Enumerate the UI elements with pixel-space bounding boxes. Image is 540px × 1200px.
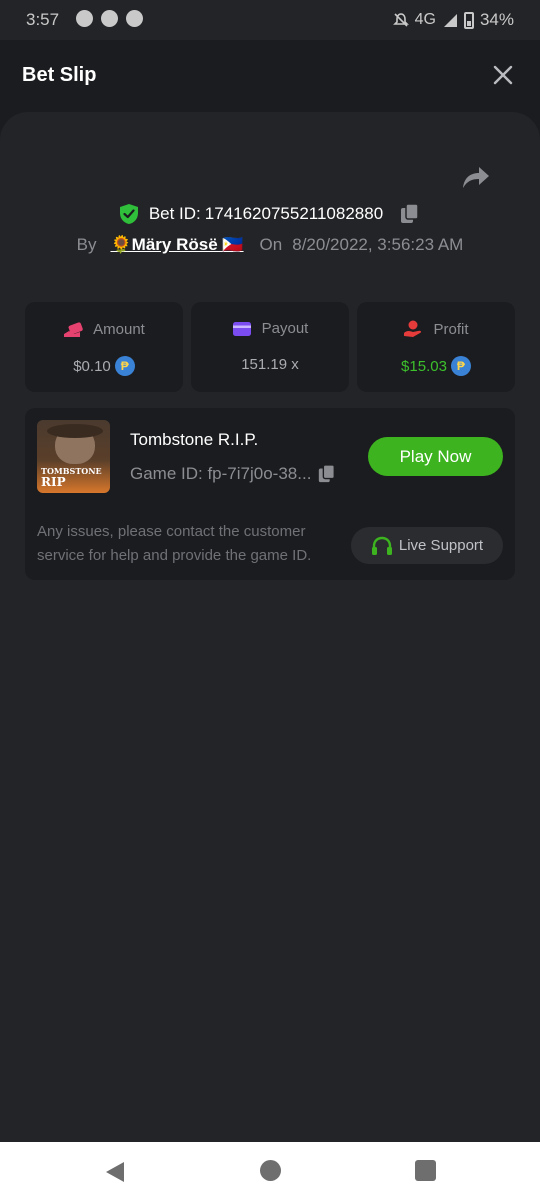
status-right: 4G 34% [392,10,514,30]
close-icon[interactable] [490,62,516,88]
game-name: Tombstone R.I.P. [130,430,259,449]
by-label: By [76,235,97,254]
bet-stats: Amount $0.10 ₱ Payout 151.19 x Profit $1… [25,302,515,392]
stat-label: Payout [261,320,309,337]
stat-amount: Amount $0.10 ₱ [25,302,183,392]
game-id: Game ID: fp-7i7j0o-38... [130,464,312,483]
battery-percent: 34% [479,10,514,29]
bet-id-row: Bet ID: 1741620755211082880 [0,203,540,225]
stat-label: Profit [433,320,469,338]
stat-value: $0.10 [73,357,111,375]
page-title: Bet Slip [22,64,97,86]
recent-apps-icon[interactable] [415,1160,436,1181]
stat-label: Amount [93,320,145,338]
stat-payout: Payout 151.19 x [191,302,349,392]
thumbnail-hat [47,424,103,438]
verified-shield-icon [119,204,138,224]
user-link[interactable]: 🌻Märy Rösë 🇵🇭 [111,235,244,255]
status-bar: 3:57 4G 34% [0,0,540,40]
play-now-button[interactable]: Play Now [368,437,503,476]
stat-value: 151.19 x [241,356,299,373]
peso-coin-icon: ₱ [114,356,135,376]
game-id-row: Game ID: fp-7i7j0o-38... [130,464,337,484]
copy-icon[interactable] [317,464,337,484]
bet-slip-header: Bet Slip [0,40,540,112]
stat-profit: Profit $15.03 ₱ [357,302,515,392]
bet-meta-row: By 🌻Märy Rösë 🇵🇭 On 8/20/2022, 3:56:23 A… [0,235,540,255]
bet-date: 8/20/2022, 3:56:23 AM [292,235,464,254]
chat-icon [76,10,93,27]
payout-card-icon [232,321,251,336]
home-icon[interactable] [260,1160,281,1181]
stat-value: $15.03 [401,357,447,375]
copy-icon[interactable] [399,203,421,225]
notification-icons [76,10,143,27]
amount-icon [64,322,83,337]
on-label: On [259,235,283,254]
signal-icon [443,14,457,27]
game-thumbnail[interactable]: TOMBSTONE RIP [37,420,110,493]
status-time: 3:57 [26,10,60,29]
headset-icon [371,536,392,555]
thumbnail-title-line2: RIP [41,475,66,489]
bet-id-value: 1741620755211082880 [204,204,384,223]
network-type: 4G [414,11,436,28]
bet-slip-sheet [0,112,540,1142]
back-icon[interactable] [104,1160,126,1184]
peso-coin-icon: ₱ [450,356,471,376]
game-card: TOMBSTONE RIP Tombstone R.I.P. Game ID: … [25,408,515,580]
live-support-label: Live Support [398,537,484,554]
system-nav-bar [0,1142,540,1200]
game-controller-icon [101,10,118,27]
mute-icon [392,13,409,27]
messenger-icon [126,10,143,27]
help-text: Any issues, please contact the customer … [37,523,312,564]
bet-id-label: Bet ID: [148,204,201,223]
share-icon[interactable] [461,164,491,190]
live-support-button[interactable]: Live Support [351,527,503,564]
profit-hand-icon [404,320,422,337]
battery-icon [463,11,474,29]
